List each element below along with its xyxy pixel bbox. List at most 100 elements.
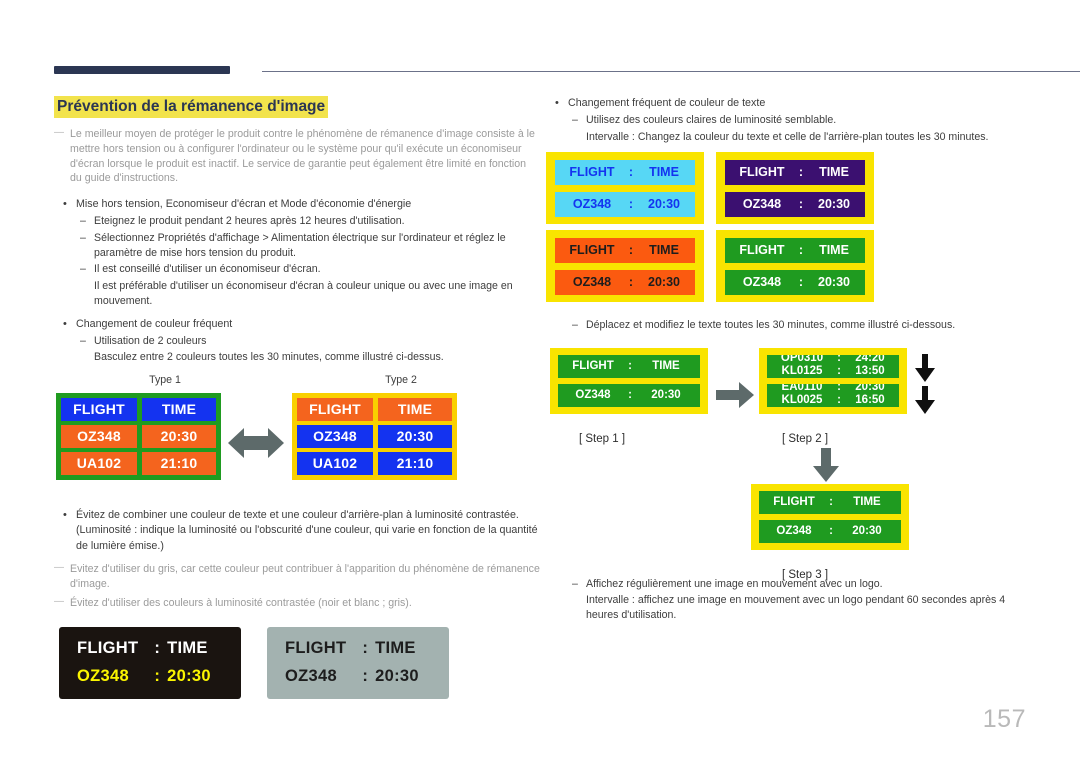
- sample-cell: OZ348: [572, 197, 612, 212]
- sample-separator: :: [628, 165, 634, 180]
- type2-label: Type 2: [385, 373, 417, 386]
- step-cell: 20:30: [852, 524, 882, 537]
- page-title: Prévention de la rémanence d'image: [54, 96, 329, 119]
- sample-cell: TIME: [819, 243, 849, 258]
- panel-separator: :: [154, 667, 161, 686]
- dash-item-continuation: Basculez entre 2 couleurs toutes les 30 …: [94, 351, 444, 364]
- step-row: OZ348 : 20:30: [558, 383, 700, 407]
- dash-item-continuation: Il est préférable d'utiliser un économis…: [94, 279, 513, 308]
- double-headed-horizontal-arrow-icon: [228, 427, 284, 458]
- step-separator: :: [628, 388, 632, 401]
- sample-cell: TIME: [649, 243, 679, 258]
- panel-cell: 20:30: [167, 667, 211, 686]
- bullet-power-saving: Mise hors tension, Economiseur d'écran e…: [54, 197, 540, 213]
- contrast-panel-gray: FLIGHT : TIME OZ348 : 20:30: [267, 626, 449, 699]
- step2-label: [ Step 2 ]: [782, 432, 829, 445]
- step-row: FLIGHT : TIME: [558, 354, 700, 378]
- step-cell: TIME: [853, 495, 881, 508]
- step-cell: FLIGHT: [572, 359, 614, 372]
- bullet-avoid-contrast: Évitez de combiner une couleur de texte …: [54, 508, 540, 554]
- panel-cell: OZ348: [285, 667, 337, 686]
- panel-row: OZ348 : 20:30: [77, 667, 223, 686]
- flight-board-type1: FLIGHT TIME OZ348 20:30 UA102 21:10: [56, 392, 221, 480]
- step-separator: :: [628, 359, 632, 372]
- step-separator: :: [837, 383, 841, 393]
- step-cell: OZ348: [776, 524, 812, 537]
- board-row: UA102 21:10: [297, 451, 452, 475]
- step-row-scrolling: OP0310 : 24:20 KL0125 : 13:50: [767, 354, 899, 378]
- sample-cell: FLIGHT: [569, 243, 615, 258]
- dash-item: Utilisation de 2 couleurs: [54, 334, 540, 350]
- sample-row: OZ348 : 20:30: [725, 192, 865, 218]
- color-sample: FLIGHT : TIME OZ348 : 20:30: [546, 230, 704, 303]
- panel-cell: FLIGHT: [77, 639, 139, 658]
- right-column: Changement fréquent de couleur de texte …: [546, 96, 1036, 625]
- scroll-down-arrow-icon: [915, 385, 935, 414]
- flight-board-type2: FLIGHT TIME OZ348 20:30 UA102 21:10: [292, 392, 457, 480]
- board-cell: TIME: [142, 397, 216, 421]
- sample-row: OZ348 : 20:30: [555, 192, 695, 218]
- steps-figure: FLIGHT : TIME OZ348 : 20:30 [ Step 1 ] O…: [546, 342, 1036, 581]
- step-separator: :: [829, 495, 833, 508]
- panel-cell: 20:30: [375, 667, 419, 686]
- step-row-scrolling: EA0110 : 20:30 KL0025 : 16:50: [767, 383, 899, 407]
- color-sample: FLIGHT : TIME OZ348 : 20:30: [546, 152, 704, 225]
- sample-row: OZ348 : 20:30: [725, 270, 865, 296]
- board-cell: 20:30: [142, 424, 216, 448]
- sample-row: FLIGHT : TIME: [555, 160, 695, 186]
- step-cell: 20:30: [651, 388, 681, 401]
- board-row: FLIGHT TIME: [297, 397, 452, 421]
- dash-item-logo: Affichez régulièrement une image en mouv…: [546, 577, 1036, 593]
- dash-item: Il est conseillé d'utiliser un économise…: [54, 262, 540, 278]
- color-sample: FLIGHT : TIME OZ348 : 20:30: [716, 230, 874, 303]
- board-cell: UA102: [297, 451, 373, 475]
- panel-row: FLIGHT : TIME: [285, 639, 431, 658]
- panel-row: FLIGHT : TIME: [77, 639, 223, 658]
- sample-separator: :: [628, 243, 634, 258]
- scroll-half-line: OP0310 : 24:20: [767, 355, 899, 365]
- header-thin-line: [262, 71, 1080, 72]
- sample-cell: OZ348: [572, 275, 612, 290]
- dash-item-logo-continuation: Intervalle : affichez une image en mouve…: [586, 594, 1006, 622]
- step1-board: FLIGHT : TIME OZ348 : 20:30: [550, 347, 708, 414]
- dash-item-continuation: Intervalle : Changez la couleur du texte…: [586, 130, 989, 143]
- sample-cell: OZ348: [742, 197, 782, 212]
- step-cell: 13:50: [855, 364, 885, 377]
- dash-item: Eteignez le produit pendant 2 heures apr…: [54, 214, 540, 230]
- note-avoid-gray: Evitez d'utiliser du gris, car cette cou…: [54, 561, 540, 591]
- step-cell: KL0025: [781, 393, 823, 406]
- step3-board: FLIGHT : TIME OZ348 : 20:30: [751, 483, 909, 550]
- panel-separator: :: [362, 639, 369, 658]
- sample-row: OZ348 : 20:30: [555, 270, 695, 296]
- sample-separator: :: [798, 243, 804, 258]
- board-row: OZ348 20:30: [61, 424, 216, 448]
- step-separator: :: [837, 393, 841, 406]
- board-cell: 21:10: [142, 451, 216, 475]
- step-row: OZ348 : 20:30: [759, 519, 901, 543]
- board-cell: 20:30: [378, 424, 452, 448]
- sample-separator: :: [798, 165, 804, 180]
- step-cell: OZ348: [575, 388, 611, 401]
- color-samples-figure: FLIGHT : TIME OZ348 : 20:30 FLIGHT : TIM…: [546, 152, 886, 308]
- sample-cell: 20:30: [648, 197, 680, 212]
- dash-item: Utilisez des couleurs claires de luminos…: [546, 113, 1036, 129]
- step-cell: OP0310: [780, 354, 824, 364]
- sample-cell: FLIGHT: [739, 243, 785, 258]
- down-arrow-icon: [813, 447, 839, 482]
- step-cell: 16:50: [855, 393, 885, 406]
- panel-separator: :: [154, 639, 161, 658]
- sample-separator: :: [798, 197, 804, 212]
- panel-cell: TIME: [167, 639, 208, 658]
- step1-label: [ Step 1 ]: [579, 432, 626, 445]
- board-row: FLIGHT TIME: [61, 397, 216, 421]
- step-separator: :: [837, 354, 841, 364]
- color-sample: FLIGHT : TIME OZ348 : 20:30: [716, 152, 874, 225]
- step-cell: 20:30: [855, 383, 885, 393]
- step-cell: TIME: [652, 359, 680, 372]
- contrast-panels-figure: FLIGHT : TIME OZ348 : 20:30 FLIGHT : TIM…: [54, 623, 540, 703]
- scroll-down-arrow-icon: [915, 353, 935, 382]
- step-cell: 24:20: [855, 354, 885, 364]
- board-row: UA102 21:10: [61, 451, 216, 475]
- board-cell: OZ348: [297, 424, 373, 448]
- sample-row: FLIGHT : TIME: [555, 238, 695, 264]
